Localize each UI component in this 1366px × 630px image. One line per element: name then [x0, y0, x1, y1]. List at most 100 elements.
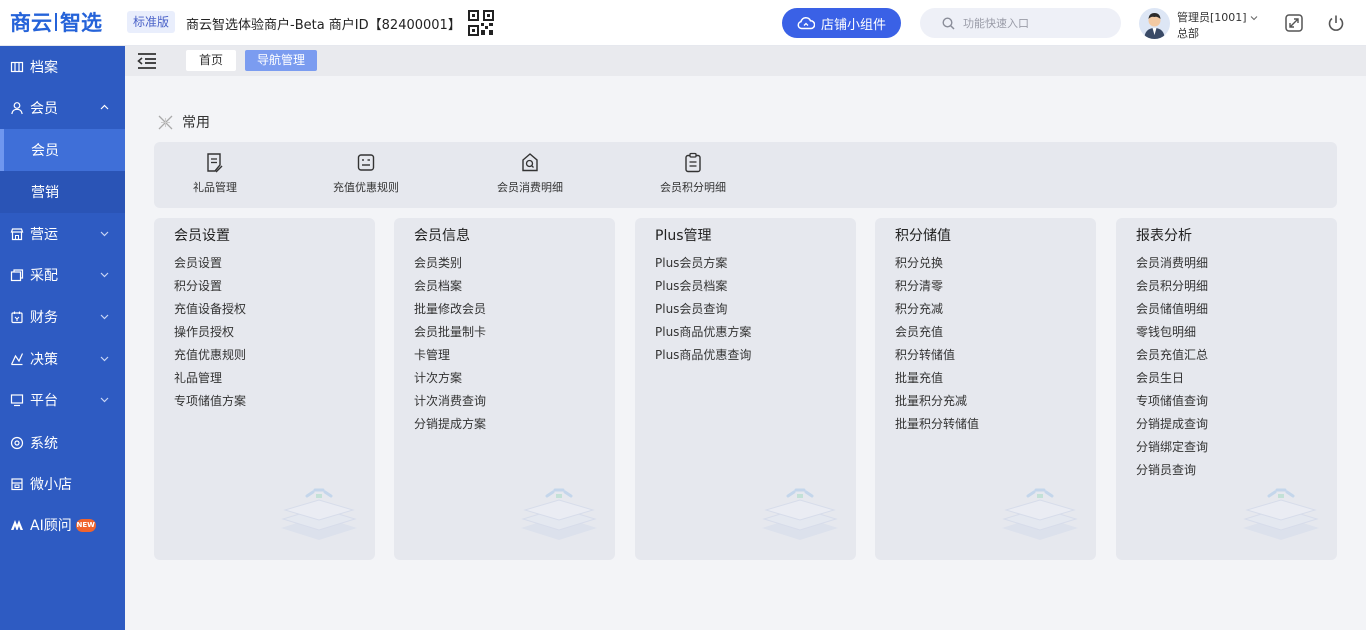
- user-avatar[interactable]: [1139, 8, 1170, 39]
- sidebar-item-ai-advisor[interactable]: AI顾问 NEW: [0, 504, 125, 546]
- brand-logo[interactable]: 商云 智选: [10, 9, 102, 35]
- card-report-analysis: 报表分析 会员消费明细 会员积分明细 会员储值明细 零钱包明细 会员充值汇总 会…: [1116, 218, 1337, 560]
- card-link[interactable]: 会员充值汇总: [1136, 348, 1208, 371]
- sidebar-item-system[interactable]: 系统: [0, 422, 125, 464]
- user-icon: [11, 102, 23, 115]
- card-link[interactable]: 积分设置: [174, 279, 246, 302]
- card-link[interactable]: 积分转储值: [895, 348, 979, 371]
- sidebar-item-label: 系统: [30, 436, 58, 452]
- tab-nav-management[interactable]: 导航管理: [245, 50, 317, 71]
- sidebar-item-label: 财务: [30, 310, 58, 326]
- power-icon[interactable]: [1326, 13, 1346, 33]
- cloud-icon: [797, 16, 815, 30]
- merchant-info: 商云智选体验商户-Beta 商户ID【82400001】: [186, 18, 461, 33]
- tab-home[interactable]: 首页: [186, 50, 236, 71]
- shortcut-member-points[interactable]: 会员积分明细: [628, 152, 758, 195]
- card-link[interactable]: 充值优惠规则: [174, 348, 246, 371]
- card-link[interactable]: 积分充减: [895, 302, 979, 325]
- card-link[interactable]: 分销提成查询: [1136, 417, 1208, 440]
- card-link[interactable]: 卡管理: [414, 348, 486, 371]
- card-link[interactable]: 计次方案: [414, 371, 486, 394]
- chevron-down-icon: [100, 272, 109, 278]
- search-input[interactable]: [963, 16, 1103, 30]
- monitor-icon: [10, 394, 24, 407]
- card-link[interactable]: 分销绑定查询: [1136, 440, 1208, 463]
- card-link[interactable]: 专项储值查询: [1136, 394, 1208, 417]
- shortcut-member-consume[interactable]: 会员消费明细: [465, 152, 595, 195]
- card-points-stored-value: 积分储值 积分兑换 积分清零 积分充减 会员充值 积分转储值 批量充值 批量积分…: [875, 218, 1096, 560]
- card-link[interactable]: 计次消费查询: [414, 394, 486, 417]
- card-link[interactable]: 会员生日: [1136, 371, 1208, 394]
- card-link[interactable]: 会员消费明细: [1136, 256, 1208, 279]
- card-link[interactable]: 批量修改会员: [414, 302, 486, 325]
- shortcut-gift-management[interactable]: 礼品管理: [150, 152, 280, 195]
- card-link[interactable]: 会员储值明细: [1136, 302, 1208, 325]
- fullscreen-icon[interactable]: [1284, 13, 1304, 33]
- sidebar-item-label: 平台: [30, 393, 58, 409]
- card-link[interactable]: Plus商品优惠查询: [655, 348, 751, 371]
- clipboard-icon: [685, 152, 701, 173]
- collapse-menu-icon[interactable]: [136, 52, 158, 70]
- sidebar-item-platform[interactable]: 平台: [0, 379, 125, 421]
- card-link[interactable]: 会员档案: [414, 279, 486, 302]
- card-link[interactable]: 会员设置: [174, 256, 246, 279]
- sidebar-item-decision[interactable]: 决策: [0, 338, 125, 380]
- card-link[interactable]: Plus会员查询: [655, 302, 751, 325]
- card-link-list: 会员消费明细 会员积分明细 会员储值明细 零钱包明细 会员充值汇总 会员生日 专…: [1136, 256, 1208, 486]
- card-link[interactable]: 积分兑换: [895, 256, 979, 279]
- new-badge: NEW: [75, 518, 96, 532]
- card-link[interactable]: 充值设备授权: [174, 302, 246, 325]
- chevron-down-icon: [100, 314, 109, 320]
- card-link[interactable]: 批量积分转储值: [895, 417, 979, 440]
- card-link-list: 会员类别 会员档案 批量修改会员 会员批量制卡 卡管理 计次方案 计次消费查询 …: [414, 256, 486, 440]
- sidebar-item-label: 会员: [31, 143, 59, 159]
- card-link[interactable]: 专项储值方案: [174, 394, 246, 417]
- sidebar-item-operation[interactable]: 营运: [0, 213, 125, 255]
- shop-widget-button[interactable]: 店铺小组件: [782, 8, 901, 38]
- ai-icon: [11, 520, 23, 530]
- server-stack-illustration: [762, 488, 838, 540]
- card-link[interactable]: 积分清零: [895, 279, 979, 302]
- sidebar-item-microshop[interactable]: 微小店: [0, 463, 125, 505]
- sidebar-item-label: 会员: [30, 101, 58, 117]
- card-member-info: 会员信息 会员类别 会员档案 批量修改会员 会员批量制卡 卡管理 计次方案 计次…: [394, 218, 615, 560]
- store-icon: [10, 228, 24, 241]
- card-link[interactable]: 批量积分充减: [895, 394, 979, 417]
- sidebar-sub-member[interactable]: 会员: [0, 129, 125, 171]
- card-link[interactable]: 分销员查询: [1136, 463, 1208, 486]
- card-link[interactable]: 会员充值: [895, 325, 979, 348]
- chevron-down-icon: [1250, 16, 1258, 21]
- card-link-list: 积分兑换 积分清零 积分充减 会员充值 积分转储值 批量充值 批量积分充减 批量…: [895, 256, 979, 440]
- sidebar-item-finance[interactable]: 财务: [0, 296, 125, 338]
- card-link[interactable]: Plus会员方案: [655, 256, 751, 279]
- card-link[interactable]: 零钱包明细: [1136, 325, 1208, 348]
- sidebar-item-archive[interactable]: 档案: [0, 46, 125, 88]
- card-title: Plus管理: [655, 228, 712, 244]
- sidebar-item-member[interactable]: 会员: [0, 87, 125, 129]
- user-name[interactable]: 管理员[1001]: [1177, 9, 1258, 25]
- function-search[interactable]: [920, 8, 1121, 38]
- shortcut-label: 会员消费明细: [497, 181, 563, 194]
- qr-code-icon[interactable]: [468, 10, 494, 36]
- card-link[interactable]: 礼品管理: [174, 371, 246, 394]
- finance-icon: [11, 311, 23, 324]
- gift-doc-icon: [207, 153, 223, 173]
- sidebar-sub-marketing[interactable]: 营销: [0, 171, 125, 213]
- common-title-text: 常用: [182, 115, 210, 131]
- decision-icon: [10, 353, 24, 366]
- card-link[interactable]: 操作员授权: [174, 325, 246, 348]
- search-icon: [942, 16, 955, 30]
- card-link[interactable]: 会员类别: [414, 256, 486, 279]
- server-stack-illustration: [1243, 488, 1319, 540]
- card-link[interactable]: Plus会员档案: [655, 279, 751, 302]
- server-stack-illustration: [281, 488, 357, 540]
- card-link[interactable]: Plus商品优惠方案: [655, 325, 751, 348]
- shortcut-recharge-rule[interactable]: 充值优惠规则: [301, 152, 431, 195]
- sidebar-item-purchase[interactable]: 采配: [0, 254, 125, 296]
- card-link[interactable]: 会员批量制卡: [414, 325, 486, 348]
- card-link[interactable]: 分销提成方案: [414, 417, 486, 440]
- user-org: 总部: [1177, 27, 1199, 40]
- sidebar: 档案 会员 会员 营销 营运 采配 财务 决策 平台 系统 微小店 AI顾问 N…: [0, 46, 125, 630]
- card-link[interactable]: 会员积分明细: [1136, 279, 1208, 302]
- card-link[interactable]: 批量充值: [895, 371, 979, 394]
